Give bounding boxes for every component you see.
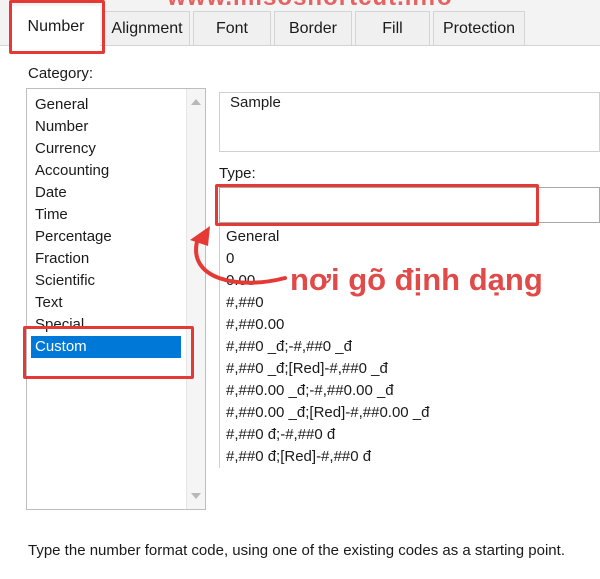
format-code-item[interactable]: #,##0 _đ;-#,##0 _đ <box>226 336 352 358</box>
tab-font[interactable]: Font <box>193 11 271 45</box>
category-item-general[interactable]: General <box>31 94 181 116</box>
category-item-scientific[interactable]: Scientific <box>31 270 181 292</box>
format-code-item[interactable]: #,##0.00 _đ;-#,##0.00 _đ <box>226 380 394 402</box>
category-item-percentage[interactable]: Percentage <box>31 226 181 248</box>
custom-highlight <box>23 326 194 379</box>
scroll-up-icon[interactable] <box>191 99 201 105</box>
category-listbox[interactable]: General Number Currency Accounting Date … <box>26 88 206 510</box>
category-item-fraction[interactable]: Fraction <box>31 248 181 270</box>
category-item-date[interactable]: Date <box>31 182 181 204</box>
tab-alignment[interactable]: Alignment <box>104 11 190 45</box>
category-item-text[interactable]: Text <box>31 292 181 314</box>
format-code-item[interactable]: #,##0 đ;[Red]-#,##0 đ <box>226 446 371 468</box>
category-item-time[interactable]: Time <box>31 204 181 226</box>
tab-fill[interactable]: Fill <box>355 11 430 45</box>
format-code-item[interactable]: #,##0 _đ;[Red]-#,##0 _đ <box>226 358 388 380</box>
number-tab-highlight <box>9 0 105 54</box>
watermark: www.misoshortcut.info <box>110 0 510 12</box>
curved-arrow-icon <box>190 226 287 285</box>
format-code-item[interactable]: #,##0.00 <box>226 314 284 336</box>
category-label: Category: <box>28 65 94 82</box>
format-code-item[interactable]: #,##0 đ;-#,##0 đ <box>226 424 335 446</box>
tab-protection[interactable]: Protection <box>433 11 525 45</box>
type-label: Type: <box>219 165 256 182</box>
category-item-number[interactable]: Number <box>31 116 181 138</box>
tab-border[interactable]: Border <box>274 11 352 45</box>
category-item-currency[interactable]: Currency <box>31 138 181 160</box>
format-hint: Type the number format code, using one o… <box>28 542 565 559</box>
scroll-down-icon[interactable] <box>191 493 201 499</box>
format-code-item[interactable]: #,##0.00 _đ;[Red]-#,##0.00 _đ <box>226 402 430 424</box>
annotation-text: nơi gõ định dạng <box>290 262 543 297</box>
sample-label: Sample <box>228 94 283 111</box>
category-item-accounting[interactable]: Accounting <box>31 160 181 182</box>
